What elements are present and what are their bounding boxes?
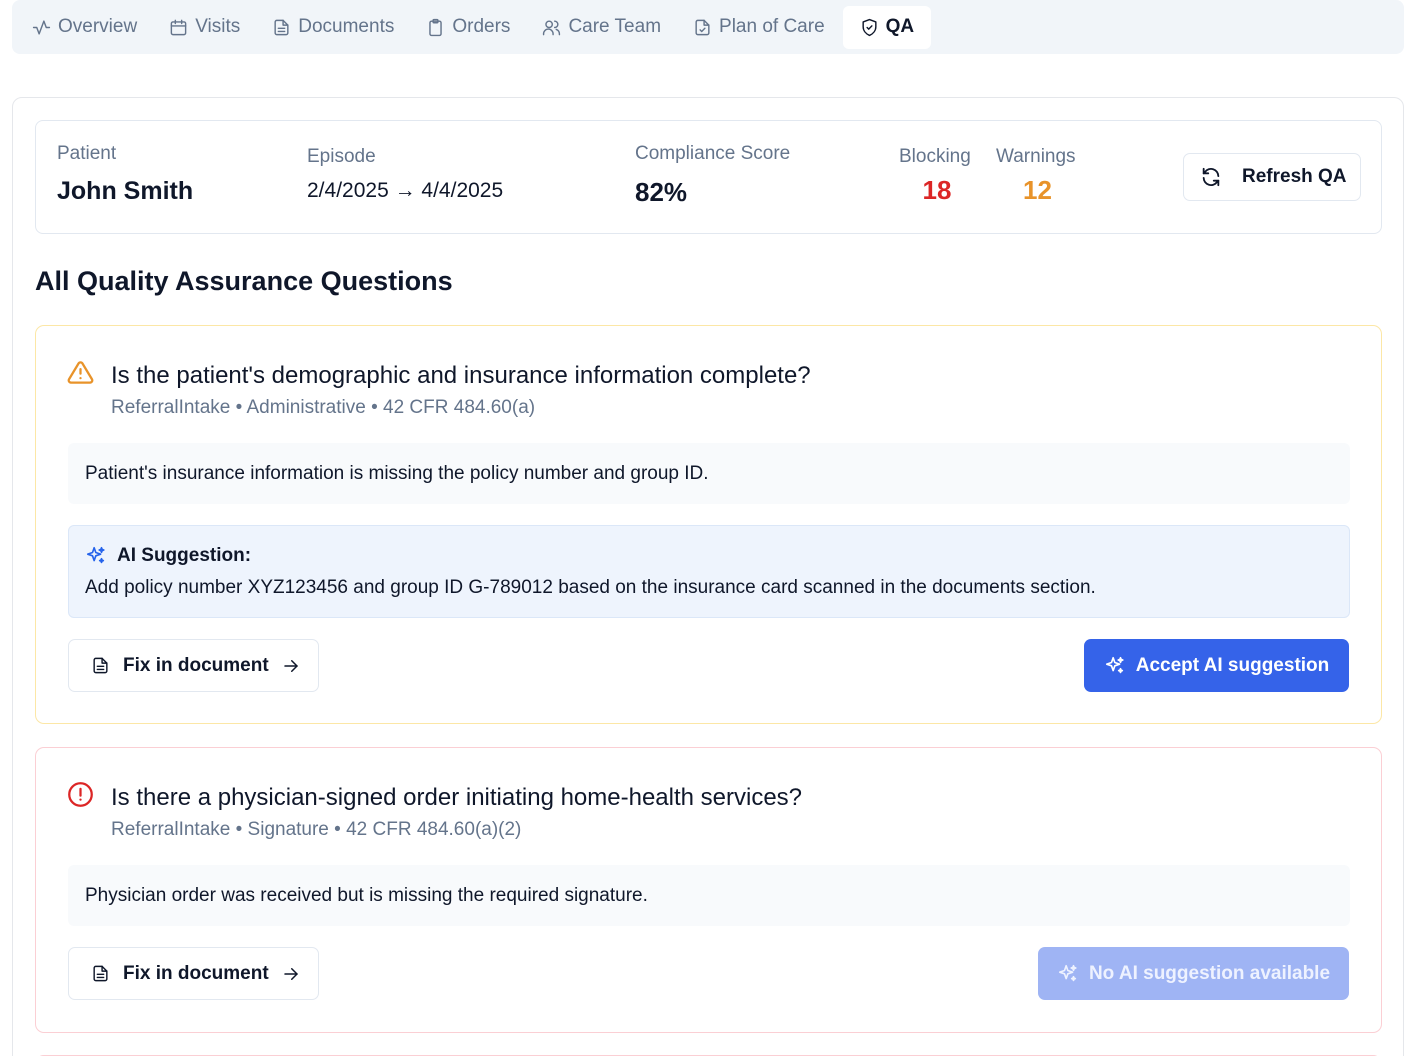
ai-suggestion-text: Add policy number XYZ123456 and group ID… xyxy=(85,577,1096,598)
tab-bar: Overview Visits Documents Orders Care Te… xyxy=(12,0,1404,54)
question-meta: ReferralIntake • Signature • 42 CFR 484.… xyxy=(111,819,522,840)
file-text-icon xyxy=(93,965,108,982)
ai-suggestion-box: AI Suggestion: Add policy number XYZ1234… xyxy=(68,525,1350,618)
ai-suggestion-header: AI Suggestion: xyxy=(85,545,251,567)
sparkles-icon xyxy=(86,546,105,564)
tab-overview[interactable]: Overview xyxy=(32,6,153,49)
alert-circle-icon xyxy=(68,782,93,807)
question-meta: ReferralIntake • Administrative • 42 CFR… xyxy=(111,397,536,418)
fix-in-document-button[interactable]: Fix in document xyxy=(68,947,319,1000)
file-check-icon xyxy=(695,19,710,35)
calendar-icon xyxy=(170,19,187,35)
question-title: Is the patient's demographic and insuran… xyxy=(111,362,811,389)
arrow-right-icon xyxy=(283,967,298,980)
refresh-qa-button[interactable]: Refresh QA xyxy=(1183,153,1361,201)
tab-visits[interactable]: Visits xyxy=(155,6,256,49)
compliance-score: 82% xyxy=(635,177,688,207)
tab-label: Overview xyxy=(58,16,138,37)
patient-label: Patient xyxy=(57,143,117,164)
tab-label: Documents xyxy=(298,16,395,37)
fix-in-document-button[interactable]: Fix in document xyxy=(68,639,319,692)
section-title: All Quality Assurance Questions xyxy=(35,266,453,296)
accept-ai-suggestion-button[interactable]: Accept AI suggestion xyxy=(1084,639,1349,692)
arrow-right-icon xyxy=(283,659,298,672)
no-ai-suggestion-label: No AI suggestion available xyxy=(1088,962,1331,984)
shield-check-icon xyxy=(862,18,877,36)
accept-ai-suggestion-label: Accept AI suggestion xyxy=(1135,654,1330,676)
tab-label: Care Team xyxy=(568,16,662,37)
tab-documents[interactable]: Documents xyxy=(258,6,410,49)
tab-label: QA xyxy=(885,16,915,37)
question-finding: Patient's insurance information is missi… xyxy=(68,443,1350,504)
refresh-qa-label: Refresh QA xyxy=(1242,166,1347,187)
alert-triangle-icon xyxy=(67,361,94,384)
activity-icon xyxy=(32,19,51,35)
tab-care-team[interactable]: Care Team xyxy=(528,6,677,49)
warnings-label: Warnings xyxy=(996,146,1076,167)
qa-question-card: Is there a physician-signed order initia… xyxy=(35,747,1382,1033)
tab-qa[interactable]: QA xyxy=(842,5,932,49)
fix-in-document-label: Fix in document xyxy=(123,654,269,676)
tab-orders[interactable]: Orders xyxy=(412,6,526,49)
tab-label: Visits xyxy=(195,16,241,37)
episode-summary-card: Patient John Smith Episode 2/4/2025 → 4/… xyxy=(35,120,1382,234)
refresh-icon xyxy=(1202,167,1220,187)
warnings-count: 12 xyxy=(1023,175,1052,205)
episode-label: Episode xyxy=(307,146,376,167)
tab-label: Orders xyxy=(452,16,511,37)
file-text-icon xyxy=(93,657,108,674)
sparkles-icon xyxy=(1058,964,1077,981)
users-icon xyxy=(543,19,561,35)
tab-label: Plan of Care xyxy=(719,16,825,37)
qa-panel: Patient John Smith Episode 2/4/2025 → 4/… xyxy=(12,97,1404,1056)
qa-question-card: Is the patient's demographic and insuran… xyxy=(35,325,1382,724)
tab-plan-of-care[interactable]: Plan of Care xyxy=(679,6,841,49)
compliance-label: Compliance Score xyxy=(635,143,791,164)
no-ai-suggestion-button[interactable]: No AI suggestion available xyxy=(1038,947,1349,1000)
question-finding: Physician order was received but is miss… xyxy=(68,865,1350,926)
patient-name: John Smith xyxy=(57,177,194,205)
blocking-count: 18 xyxy=(922,175,952,205)
fix-in-document-label: Fix in document xyxy=(123,962,269,984)
ai-suggestion-label: AI Suggestion: xyxy=(117,545,252,566)
question-title: Is there a physician-signed order initia… xyxy=(111,784,803,811)
blocking-label: Blocking xyxy=(899,146,971,167)
sparkles-icon xyxy=(1105,656,1124,673)
clipboard-icon xyxy=(429,18,443,36)
file-text-icon xyxy=(274,19,289,35)
episode-range: 2/4/2025 → 4/4/2025 xyxy=(307,179,504,202)
